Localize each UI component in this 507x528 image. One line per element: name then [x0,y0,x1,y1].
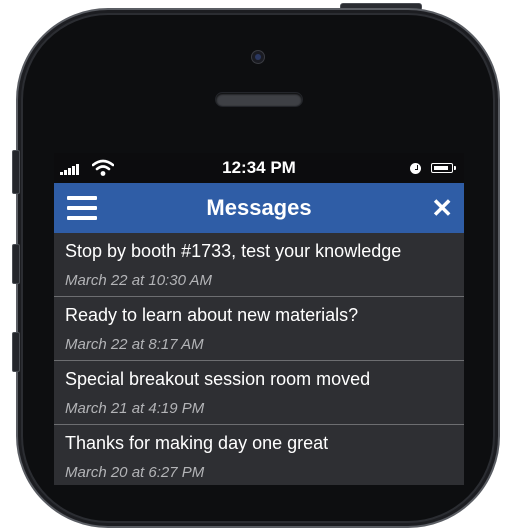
earpiece-speaker [216,93,302,106]
message-title: Thanks for making day one great [65,433,329,453]
front-camera [252,51,264,63]
message-date: March 22 at 10:30 AM [65,272,213,289]
phone-screen: 12:34 PM Messages ✕ Stop by booth #1733,… [54,153,464,485]
message-item[interactable]: Special breakout session room moved Marc… [54,361,464,425]
message-date: March 21 at 4:19 PM [65,400,205,417]
volume-up-button[interactable] [12,244,20,284]
message-title: Ready to learn about new materials? [65,305,359,325]
page-title: Messages [206,195,312,220]
message-date: March 22 at 8:17 AM [65,336,204,353]
message-item[interactable]: Stop by booth #1733, test your knowledge… [54,233,464,297]
close-icon[interactable]: ✕ [431,194,453,222]
battery-icon [431,163,456,173]
mute-switch[interactable] [12,150,20,194]
message-date: March 20 at 6:27 PM [65,464,205,481]
alarm-clock-icon [410,163,421,174]
message-item[interactable]: Ready to learn about new materials? Marc… [54,297,464,361]
navigation-bar: Messages ✕ [54,183,464,233]
status-time: 12:34 PM [222,158,296,177]
message-list: Stop by booth #1733, test your knowledge… [54,233,464,485]
message-item[interactable]: Thanks for making day one great March 20… [54,425,464,485]
volume-down-button[interactable] [12,332,20,372]
status-bar: 12:34 PM [54,153,464,183]
message-title: Stop by booth #1733, test your knowledge [65,241,402,261]
message-title: Special breakout session room moved [65,369,371,389]
